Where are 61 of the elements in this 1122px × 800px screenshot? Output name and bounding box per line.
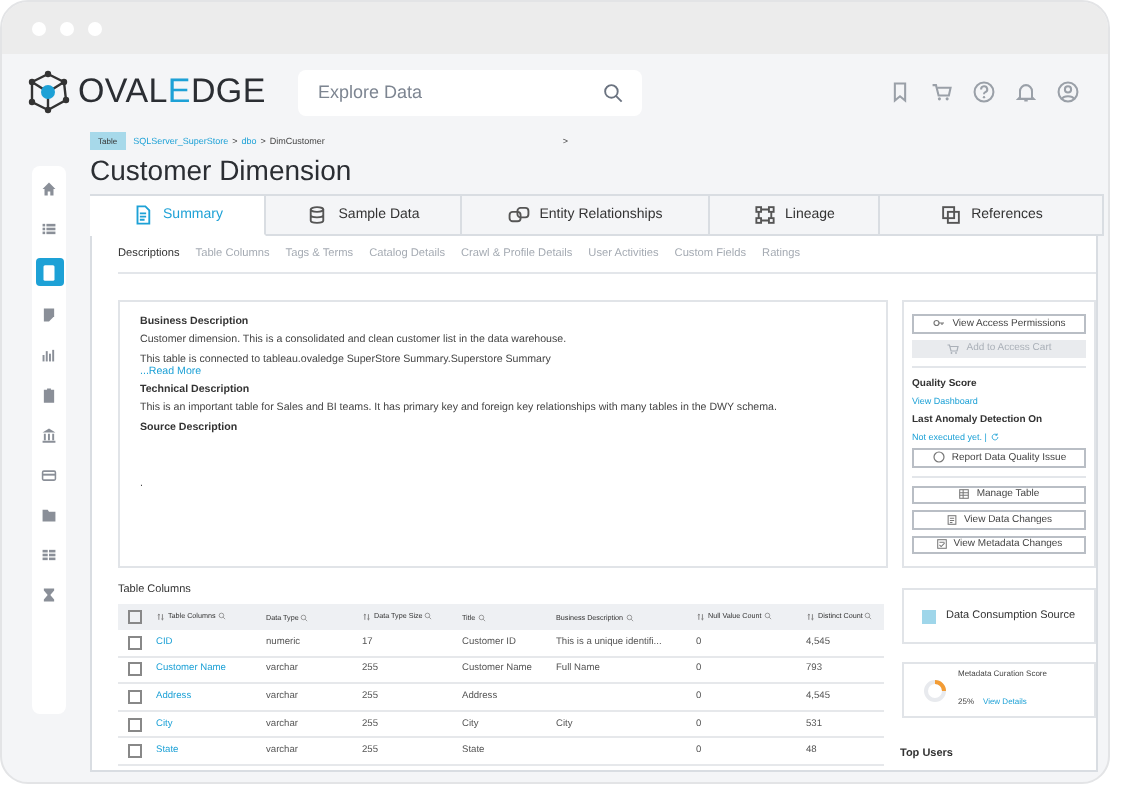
bar-chart-icon [40,346,58,364]
checkbox[interactable] [922,609,936,623]
folder-nav-button[interactable] [38,504,60,526]
bank-icon [40,426,58,444]
bar-chart-nav-button[interactable] [38,344,60,366]
document-icon [131,204,154,226]
document-icon [945,513,958,526]
card-nav-button[interactable] [38,464,60,486]
database-icon [306,204,329,226]
table-icon [958,488,971,501]
copy-icon [939,204,962,226]
bookmark-icon[interactable] [888,80,912,104]
row-checkbox[interactable] [128,662,142,677]
note-nav-button[interactable] [38,304,60,326]
document-nav-button[interactable] [35,258,63,286]
sort-icon[interactable] [362,611,372,621]
list-nav-button[interactable] [38,218,60,240]
key-icon [932,316,947,331]
clipboard-icon [40,386,58,404]
row-checkbox[interactable] [128,717,142,732]
sort-icon[interactable] [696,611,706,621]
grid-icon [40,546,58,564]
search-icon[interactable] [217,612,226,620]
folder-icon [40,506,58,524]
bank-nav-button[interactable] [38,424,60,446]
lineage-icon [753,204,776,226]
select-all-checkbox[interactable] [128,610,142,624]
help-icon[interactable] [972,80,996,104]
search-icon[interactable] [300,613,309,621]
refresh-icon[interactable] [990,432,1001,442]
row-checkbox[interactable] [128,689,142,704]
network-logo-icon [26,70,70,114]
overlapping-shapes-icon [507,204,530,226]
circle-icon [931,450,946,465]
search-icon[interactable] [864,612,873,620]
card-icon [40,466,58,484]
list-icon [40,220,58,238]
document-icon [38,261,60,283]
sort-icon[interactable] [806,611,816,621]
logo-text: OVALEDGE [78,72,266,112]
search-icon[interactable] [477,613,486,621]
home-nav-button[interactable] [38,178,60,200]
search-icon[interactable] [763,612,772,620]
grid-nav-button[interactable] [38,544,60,566]
page-title: Customer Dimension [90,154,354,188]
row-checkbox[interactable] [128,744,142,759]
user-icon[interactable] [1056,80,1080,104]
cart-icon[interactable] [930,80,954,104]
checklist-icon [935,538,948,551]
clipboard-nav-button[interactable] [38,384,60,406]
note-icon [40,306,58,324]
search-field[interactable]: Explore Data [298,69,642,115]
home-icon [40,180,58,198]
hourglass-nav-button[interactable] [38,584,60,606]
hourglass-icon [40,586,58,604]
search-icon[interactable] [424,612,433,620]
cart-icon [946,341,961,356]
row-checkbox[interactable] [128,635,142,650]
sort-icon[interactable] [156,611,166,621]
bell-icon[interactable] [1014,80,1038,104]
search-icon[interactable] [625,613,634,621]
